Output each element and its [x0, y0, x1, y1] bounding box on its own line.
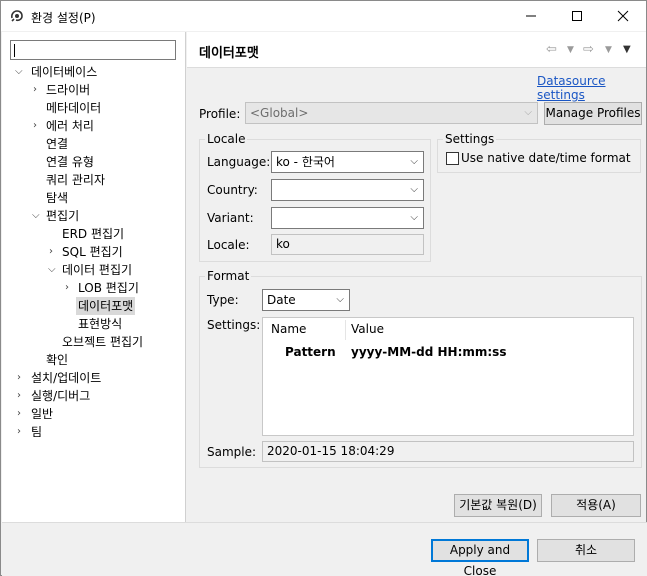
- tree-item-error-handling[interactable]: 에러 처리: [46, 117, 94, 135]
- chevron-down-icon: ⌵: [410, 156, 418, 167]
- tree-item-general[interactable]: 일반: [31, 405, 53, 423]
- cancel-button[interactable]: 취소: [537, 539, 635, 562]
- minimize-icon: [526, 15, 536, 17]
- format-group-label: Format: [205, 269, 252, 283]
- chevron-right-icon[interactable]: ›: [33, 117, 37, 135]
- tree-item-run-debug[interactable]: 실행/디버그: [31, 387, 90, 405]
- window-title: 환경 설정(P): [31, 11, 96, 25]
- tree-item-data-editor[interactable]: 데이터 편집기: [62, 261, 132, 279]
- variant-combo[interactable]: ⌵: [271, 207, 424, 229]
- tree-item-drivers[interactable]: 드라이버: [46, 81, 90, 99]
- language-value: ko - 한국어: [276, 155, 335, 169]
- preference-tree-pane: ⌵ 데이터베이스 › 드라이버 메타데이터 › 에러 처리 연결 연결 유형 쿼…: [2, 32, 186, 522]
- chevron-right-icon[interactable]: ›: [65, 279, 69, 297]
- column-header-value[interactable]: Value: [351, 322, 384, 336]
- chevron-down-icon: ⌵: [336, 294, 344, 305]
- chevron-down-icon: ⌵: [524, 107, 532, 118]
- variant-label: Variant:: [207, 211, 254, 225]
- close-button[interactable]: [600, 1, 646, 31]
- locale-label: Locale:: [207, 238, 250, 252]
- chevron-right-icon[interactable]: ›: [17, 387, 21, 405]
- close-icon: [617, 10, 629, 22]
- app-icon: [11, 10, 23, 22]
- preferences-window: 환경 설정(P) ⌵ 데이터베이스 › 드라이버 메타데이터 › 에러 처리 연…: [0, 0, 647, 576]
- tree-item-editors[interactable]: 편집기: [46, 207, 79, 225]
- table-cell-value[interactable]: yyyy-MM-dd HH:mm:ss: [351, 345, 506, 359]
- text-caret: [14, 44, 15, 57]
- type-label: Type:: [207, 293, 239, 307]
- locale-field: ko: [271, 234, 424, 255]
- manage-profiles-button[interactable]: Manage Profiles: [544, 102, 642, 125]
- minimize-button[interactable]: [508, 1, 554, 31]
- profile-label: Profile:: [199, 107, 241, 121]
- tree-item-metadata[interactable]: 메타데이터: [46, 99, 101, 117]
- settings-label: Settings:: [207, 318, 261, 332]
- locale-group-label: Locale: [205, 132, 248, 146]
- page-title: 데이터포맷: [199, 46, 259, 61]
- apply-and-close-button[interactable]: Apply and Close: [431, 539, 529, 576]
- forward-menu-icon[interactable]: ▼: [605, 45, 612, 55]
- country-combo[interactable]: ⌵: [271, 179, 424, 201]
- tree-item-query-manager[interactable]: 쿼리 관리자: [46, 171, 105, 189]
- language-label: Language:: [207, 155, 271, 169]
- chevron-down-icon[interactable]: ⌵: [15, 63, 23, 81]
- preference-page: 데이터포맷 ⇦ ▼ ⇨ ▼ ▼ Datasource settings Prof…: [187, 32, 646, 522]
- column-divider: [345, 320, 346, 340]
- chevron-right-icon[interactable]: ›: [17, 423, 21, 441]
- back-menu-icon[interactable]: ▼: [567, 45, 574, 55]
- chevron-down-icon[interactable]: ⌵: [32, 207, 40, 225]
- chevron-right-icon[interactable]: ›: [33, 81, 37, 99]
- tree-item-connections[interactable]: 연결: [46, 135, 68, 153]
- chevron-down-icon[interactable]: ⌵: [48, 261, 56, 279]
- tree-item-connection-types[interactable]: 연결 유형: [46, 153, 94, 171]
- language-combo[interactable]: ko - 한국어 ⌵: [271, 151, 424, 173]
- native-format-checkbox[interactable]: [446, 152, 459, 165]
- tree-item-object-editor[interactable]: 오브젝트 편집기: [62, 333, 143, 351]
- page-header: 데이터포맷 ⇦ ▼ ⇨ ▼ ▼: [187, 32, 646, 68]
- sample-label: Sample:: [207, 445, 257, 459]
- back-arrow-icon[interactable]: ⇦: [546, 42, 557, 57]
- title-bar: 환경 설정(P): [1, 1, 646, 31]
- chevron-right-icon[interactable]: ›: [49, 243, 53, 261]
- tree-item-install-update[interactable]: 설치/업데이트: [31, 369, 101, 387]
- type-value: Date: [267, 293, 296, 307]
- type-combo[interactable]: Date ⌵: [262, 289, 350, 311]
- tree-item-navigator[interactable]: 탐색: [46, 189, 68, 207]
- native-format-label: Use native date/time format: [461, 151, 631, 165]
- tree-item-erd-editor[interactable]: ERD 편집기: [62, 225, 124, 243]
- format-settings-table[interactable]: Name Value Pattern yyyy-MM-dd HH:mm:ss: [262, 317, 634, 436]
- settings-group-label: Settings: [443, 132, 497, 146]
- filter-input[interactable]: [10, 40, 176, 60]
- chevron-down-icon: ⌵: [410, 212, 418, 223]
- chevron-down-icon: ⌵: [410, 184, 418, 195]
- profile-combo[interactable]: <Global> ⌵: [245, 102, 538, 124]
- restore-defaults-button[interactable]: 기본값 복원(D): [454, 494, 542, 517]
- tree-item-team[interactable]: 팀: [31, 423, 42, 441]
- tree-item-data-format[interactable]: 데이터포맷: [76, 297, 136, 315]
- maximize-icon: [572, 11, 582, 21]
- forward-arrow-icon[interactable]: ⇨: [583, 42, 594, 57]
- tree-item-database[interactable]: 데이터베이스: [31, 63, 97, 81]
- profile-value: <Global>: [250, 106, 309, 120]
- sample-field: 2020-01-15 18:04:29: [262, 441, 634, 462]
- tree-item-lob-editor[interactable]: LOB 편집기: [78, 279, 139, 297]
- maximize-button[interactable]: [554, 1, 600, 31]
- column-header-name[interactable]: Name: [271, 322, 306, 336]
- tree-item-sql-editor[interactable]: SQL 편집기: [62, 243, 123, 261]
- table-cell-name[interactable]: Pattern: [285, 345, 336, 359]
- view-menu-icon[interactable]: ▼: [623, 44, 631, 55]
- country-label: Country:: [207, 183, 258, 197]
- apply-button[interactable]: 적용(A): [551, 494, 641, 517]
- chevron-right-icon[interactable]: ›: [17, 405, 21, 423]
- tree-item-presentation[interactable]: 표현방식: [78, 315, 122, 333]
- datasource-settings-link[interactable]: Datasource settings: [537, 74, 646, 102]
- dialog-button-bar: Apply and Close 취소: [2, 522, 647, 576]
- chevron-right-icon[interactable]: ›: [17, 369, 21, 387]
- tree-item-confirmations[interactable]: 확인: [46, 351, 68, 369]
